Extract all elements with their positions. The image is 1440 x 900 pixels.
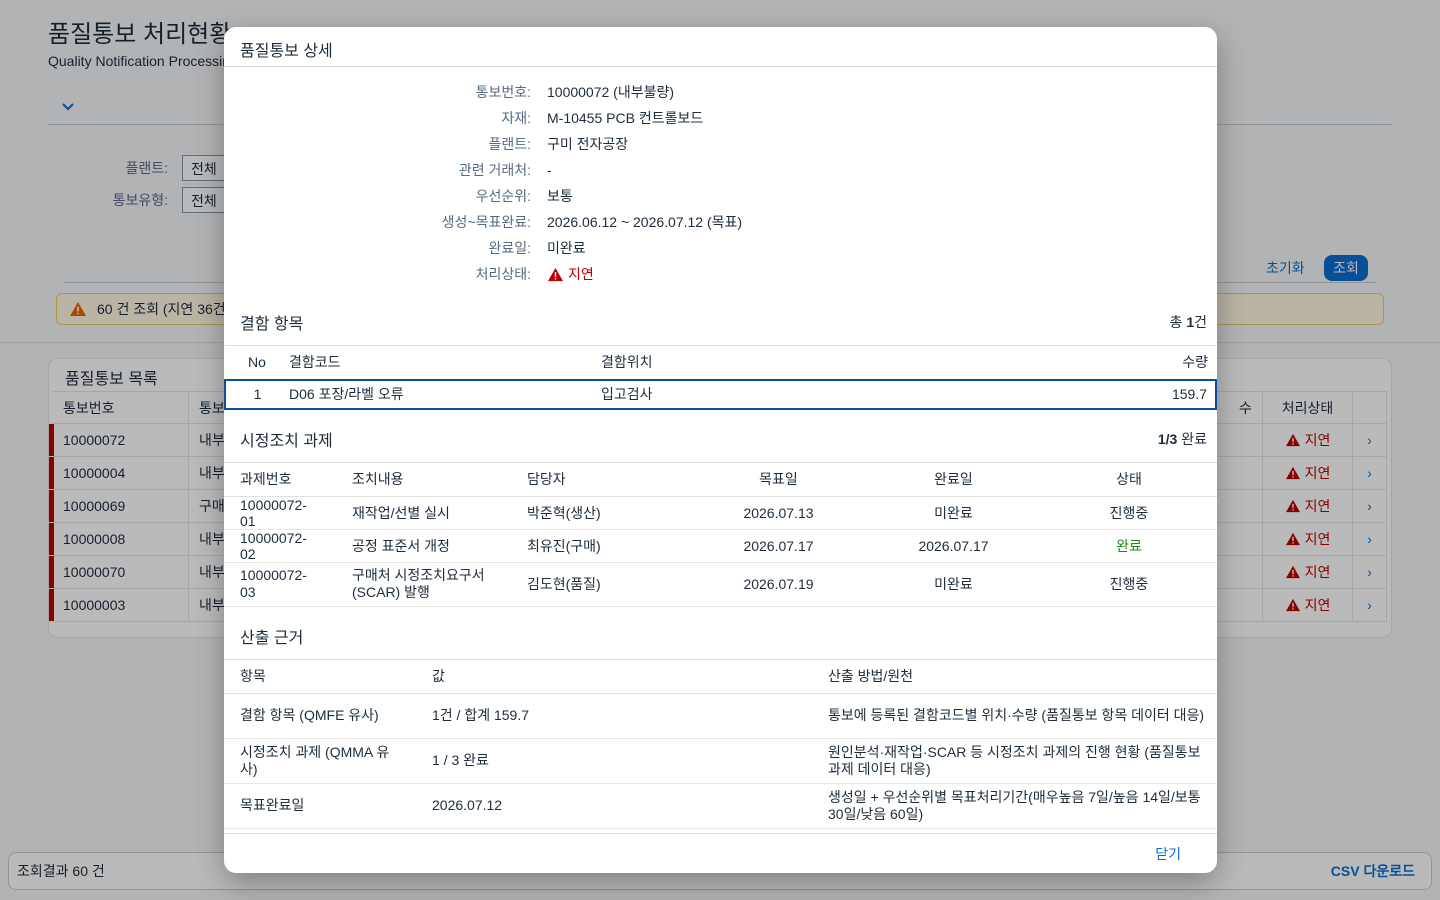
detail-info: 통보번호: 10000072 (내부불량) 자재: M-10455 PCB 컨트롤보… <box>224 68 1217 287</box>
section-title: 산출 근거 <box>240 629 304 647</box>
info-label: 통보번호: <box>475 84 531 100</box>
defect-code: D06 포장/라벨 오류 <box>289 378 601 410</box>
task-target-date: 2026.07.19 <box>691 562 866 607</box>
task-count: 1/3 완료 <box>1157 430 1207 447</box>
col-header: 항목 <box>224 658 416 694</box>
basis-value: 2026.07.12 <box>416 783 812 829</box>
dialog-title: 품질통보 상세 <box>224 27 1217 67</box>
basis-section-header: 산출 근거 <box>224 621 1217 651</box>
info-label: 우선순위: <box>475 188 531 204</box>
info-label: 관련 거래처: <box>458 162 531 178</box>
col-header: No <box>225 345 289 380</box>
dialog-body: 통보번호: 10000072 (내부불량) 자재: M-10455 PCB 컨트롤보… <box>224 68 1217 833</box>
col-header: 목표일 <box>691 461 866 497</box>
task-target-date: 2026.07.17 <box>691 529 866 563</box>
col-header: 산출 방법/원천 <box>812 658 1217 694</box>
basis-item: 결함 항목 (QMFE 유사) <box>224 693 416 739</box>
task-id: 10000072-03 <box>224 562 336 607</box>
table-row: 목표완료일 2026.07.12 생성일 + 우선순위별 목표처리기간(매우높음… <box>224 783 1217 829</box>
defect-location: 입고검사 <box>601 378 927 410</box>
defects-section-header: 결함 항목 총 1건 <box>224 307 1217 337</box>
task-owner: 최유진(구매) <box>511 529 691 563</box>
task-status: 진행중 <box>1041 496 1217 530</box>
table-row[interactable]: 10000072-03 구매처 시정조치요구서 (SCAR) 발행 김도현(품질… <box>224 562 1217 607</box>
dialog-footer: 닫기 <box>224 833 1217 873</box>
error-icon <box>548 267 563 281</box>
col-header: 담당자 <box>511 461 691 497</box>
tasks-section-header: 시정조치 과제 1/3 완료 <box>224 424 1217 454</box>
col-header: 완료일 <box>866 461 1041 497</box>
task-status: 완료 <box>1041 529 1217 563</box>
info-value: 2026.06.12 ~ 2026.07.12 (목표) <box>547 214 743 230</box>
table-header-row: 항목 값 산출 방법/원천 <box>224 658 1217 694</box>
info-row: 생성~목표완료: 2026.06.12 ~ 2026.07.12 (목표) <box>224 209 1217 235</box>
info-row: 관련 거래처: - <box>224 157 1217 183</box>
info-row: 통보번호: 10000072 (내부불량) <box>224 79 1217 105</box>
status-text: 지연 <box>568 266 594 282</box>
info-row: 자재: M-10455 PCB 컨트롤보드 <box>224 105 1217 131</box>
task-content: 공정 표준서 개정 <box>336 529 511 563</box>
task-done-date: 2026.07.17 <box>866 529 1041 563</box>
basis-method: 원인분석·재작업·SCAR 등 시정조치 과제의 진행 현황 (품질통보 과제 … <box>812 738 1217 784</box>
task-owner: 김도현(품질) <box>511 562 691 607</box>
info-row: 우선순위: 보통 <box>224 183 1217 209</box>
status-badge: 지연 <box>547 264 594 284</box>
task-id: 10000072-02 <box>224 529 336 563</box>
table-row[interactable]: 1 D06 포장/라벨 오류 입고검사 159.7 <box>224 378 1217 410</box>
defect-no: 1 <box>224 378 289 410</box>
section-title: 시정조치 과제 <box>240 432 333 450</box>
task-done-date: 미완료 <box>866 562 1041 607</box>
basis-table: 항목 값 산출 방법/원천 결함 항목 (QMFE 유사) 1건 / 합계 15… <box>224 658 1217 829</box>
table-header-row: No 결함코드 결함위치 수량 <box>225 345 1216 380</box>
info-value: 보통 <box>547 188 573 204</box>
task-content: 구매처 시정조치요구서 (SCAR) 발행 <box>336 562 511 607</box>
info-label: 처리상태: <box>475 266 531 282</box>
col-header: 과제번호 <box>224 461 336 497</box>
info-value: 구미 전자공장 <box>547 136 629 152</box>
info-label: 자재: <box>501 110 531 126</box>
close-button[interactable]: 닫기 <box>1155 844 1181 864</box>
table-row: 시정조치 과제 (QMMA 유사) 1 / 3 완료 원인분석·재작업·SCAR… <box>224 738 1217 784</box>
basis-item: 시정조치 과제 (QMMA 유사) <box>224 738 416 784</box>
basis-item: 목표완료일 <box>224 783 416 829</box>
basis-value: 1 / 3 완료 <box>416 738 812 784</box>
basis-method: 생성일 + 우선순위별 목표처리기간(매우높음 7일/높음 14일/보통 30일… <box>812 783 1217 829</box>
col-header: 결함코드 <box>289 345 601 380</box>
task-done-date: 미완료 <box>866 496 1041 530</box>
info-row: 완료일: 미완료 <box>224 235 1217 261</box>
basis-value: 1건 / 합계 159.7 <box>416 693 812 739</box>
table-row[interactable]: 10000072-02 공정 표준서 개정 최유진(구매) 2026.07.17… <box>224 529 1217 563</box>
table-row: 결함 항목 (QMFE 유사) 1건 / 합계 159.7 통보에 등록된 결함… <box>224 693 1217 739</box>
table-header-row: 과제번호 조치내용 담당자 목표일 완료일 상태 <box>224 461 1217 497</box>
info-label: 플랜트: <box>488 136 531 152</box>
notification-detail-dialog: 품질통보 상세 통보번호: 10000072 (내부불량) 자재: M-10455 … <box>224 27 1217 873</box>
task-owner: 박준혁(생산) <box>511 496 691 530</box>
table-row[interactable]: 10000072-01 재작업/선별 실시 박준혁(생산) 2026.07.13… <box>224 496 1217 530</box>
defect-count: 총 1건 <box>1169 314 1207 330</box>
col-header: 결함위치 <box>601 345 927 380</box>
info-value: 10000072 (내부불량) <box>547 84 675 100</box>
tasks-table: 과제번호 조치내용 담당자 목표일 완료일 상태 10000072-01 재작업… <box>224 461 1217 607</box>
task-id: 10000072-01 <box>224 496 336 530</box>
task-status: 진행중 <box>1041 562 1217 607</box>
task-content: 재작업/선별 실시 <box>336 496 511 530</box>
col-header: 조치내용 <box>336 461 511 497</box>
info-label: 생성~목표완료: <box>441 214 531 230</box>
task-target-date: 2026.07.13 <box>691 496 866 530</box>
info-label: 완료일: <box>488 240 531 256</box>
col-header: 값 <box>416 658 812 694</box>
defect-qty: 159.7 <box>926 378 1217 410</box>
col-header: 상태 <box>1041 461 1217 497</box>
col-header: 수량 <box>926 345 1216 380</box>
info-value: M-10455 PCB 컨트롤보드 <box>547 110 704 126</box>
info-value: - <box>547 162 552 178</box>
section-title: 결함 항목 <box>240 316 304 333</box>
info-row: 플랜트: 구미 전자공장 <box>224 131 1217 157</box>
defects-table: No 결함코드 결함위치 수량 1 D06 포장/라벨 오류 입고검사 159.… <box>224 345 1217 410</box>
basis-method: 통보에 등록된 결함코드별 위치·수량 (품질통보 항목 데이터 대응) <box>812 693 1217 739</box>
info-value: 미완료 <box>547 240 586 256</box>
info-row: 처리상태: 지연 <box>224 261 1217 287</box>
